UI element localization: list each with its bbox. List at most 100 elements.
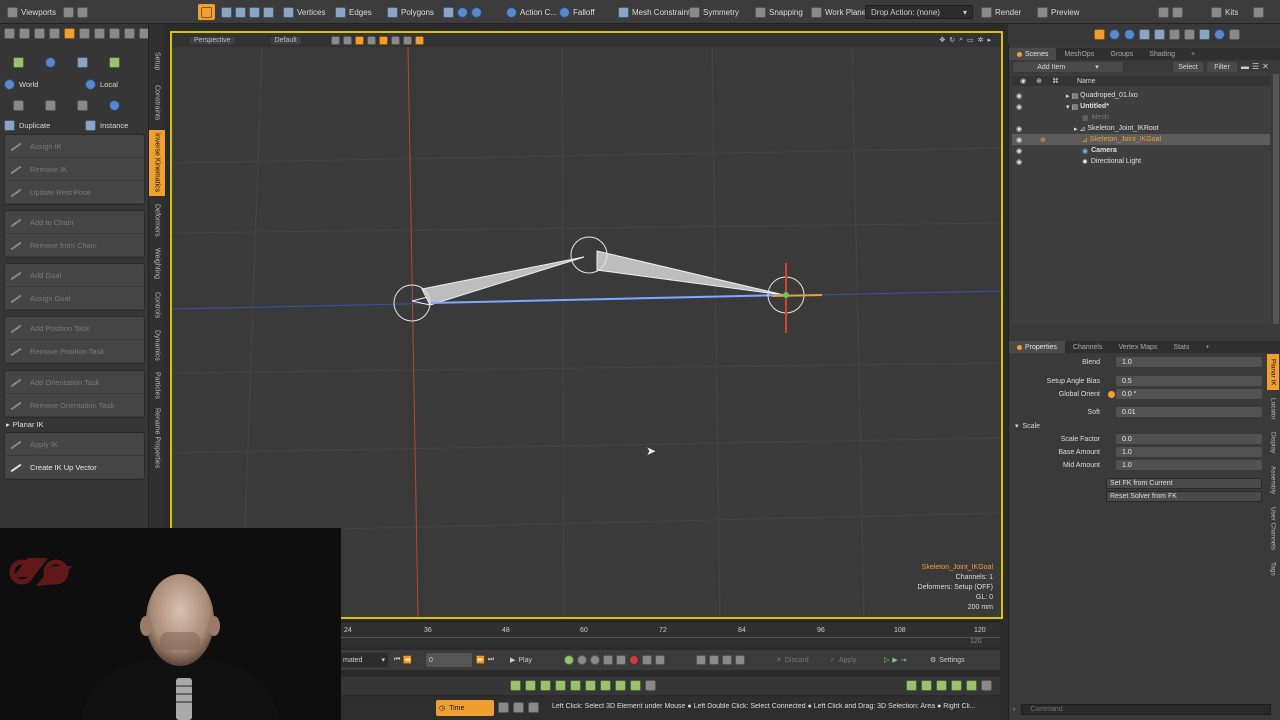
filter-button[interactable]: Filter [1207, 62, 1237, 72]
clock-icon[interactable] [79, 28, 90, 39]
copy-icon[interactable] [709, 655, 719, 665]
prev-keyframe-icon[interactable] [603, 655, 613, 665]
paste-icon[interactable] [722, 655, 732, 665]
bone-toggle-icon[interactable] [600, 680, 611, 691]
eye-icon[interactable]: ◉ [1012, 147, 1026, 155]
preview-button[interactable]: Preview [1034, 4, 1082, 20]
planar-ik-section[interactable]: ▸ Planar IK [4, 420, 145, 432]
local-label[interactable]: Local [100, 80, 118, 89]
more-button[interactable] [1250, 4, 1267, 20]
locator-toggle-icon[interactable] [585, 680, 596, 691]
list-menu-icon[interactable]: ☰ [1252, 62, 1259, 71]
timeline-mode-select[interactable]: mated ▾ [340, 653, 388, 667]
bookmark-icon[interactable] [402, 35, 412, 45]
center-button[interactable] [4, 95, 32, 115]
add-goal-button[interactable]: Add Goal [5, 264, 144, 287]
play-loop-icon[interactable]: ▶ [892, 656, 897, 664]
vertices-button[interactable]: Vertices [280, 4, 328, 20]
duplicate-button[interactable]: Duplicate [19, 121, 81, 130]
render-button[interactable]: Render [978, 4, 1024, 20]
add-position-task-button[interactable]: Add Position Task [5, 317, 144, 340]
list-item[interactable]: ◉ ◉ Camera [1012, 145, 1270, 156]
tab-properties[interactable]: Properties [1009, 341, 1065, 353]
eye-icon[interactable]: ◉ [1012, 103, 1026, 111]
tab-tags[interactable]: Tags [1267, 558, 1279, 580]
edit-toggle-icon[interactable] [615, 680, 626, 691]
camera-icon[interactable] [1109, 28, 1120, 40]
add-item-button[interactable]: Add Item ▾ [1013, 62, 1123, 72]
lock-icon[interactable] [390, 35, 400, 45]
tab-channels[interactable]: Channels [1065, 341, 1111, 353]
eye-icon[interactable]: ◉ [1012, 125, 1026, 133]
timeline-ruler[interactable]: 24 36 48 60 72 84 96 108 120 120 [340, 621, 1000, 647]
apply-button[interactable]: ✓ Apply [830, 653, 856, 667]
cluster-button[interactable] [68, 95, 96, 115]
ik-icon[interactable] [1169, 28, 1180, 40]
shading-select[interactable]: Default [270, 36, 301, 44]
texture-icon[interactable] [366, 35, 376, 45]
first-frame-icon[interactable]: ⏮ [394, 656, 400, 664]
lock-icon[interactable]: ⊕ [1026, 136, 1060, 144]
work-plane-button[interactable]: Work Plane [808, 4, 869, 20]
menu-view-icon[interactable]: ▸ [987, 36, 991, 44]
select-button[interactable]: Select [1173, 62, 1203, 72]
name-column-header[interactable]: Name [1077, 78, 1096, 85]
tree-icon[interactable] [936, 680, 947, 691]
setup-angle-bias-field[interactable]: 0.5 [1116, 376, 1262, 386]
last-frame-icon[interactable]: ⏭ [488, 656, 494, 664]
axis-toggle-icon[interactable] [525, 680, 536, 691]
scale-section-header[interactable]: ▾ Scale [1009, 420, 1269, 432]
next-key-icon[interactable]: ⏩ [476, 656, 485, 664]
edit-buttons[interactable] [696, 653, 745, 667]
blend-field[interactable]: 1.0 [1116, 357, 1262, 367]
play-button[interactable]: ▶ Play [510, 653, 532, 667]
list-item[interactable]: ▦ Mesh [1012, 112, 1270, 123]
settings-view-icon[interactable]: ✲ [978, 36, 984, 44]
falloff-button[interactable]: Falloff [556, 4, 598, 20]
layout-button[interactable] [60, 4, 91, 20]
discard-button[interactable]: ✕ Discard [776, 653, 809, 667]
add-icon[interactable] [645, 680, 656, 691]
delete-icon[interactable] [735, 655, 745, 665]
instance-icon[interactable] [85, 119, 96, 131]
world-icon[interactable] [4, 78, 15, 90]
item-mode-button[interactable] [198, 4, 215, 20]
tab-display[interactable]: Display [1267, 428, 1279, 458]
update-rest-pose-button[interactable]: Update Rest Pose [5, 181, 144, 204]
tab-constraints[interactable]: Constraints [149, 80, 165, 126]
rotate-view-icon[interactable]: ↻ [949, 36, 955, 44]
panel-alt-icon[interactable] [513, 702, 524, 713]
grid-toggle-icon[interactable] [330, 35, 340, 45]
base-amount-field[interactable]: 1.0 [1116, 447, 1262, 457]
view-mode-select[interactable]: Perspective [190, 36, 235, 44]
create-ik-up-vector-button[interactable]: Create IK Up Vector [5, 456, 144, 479]
soft-field[interactable]: 0.01 [1116, 407, 1262, 417]
scale-button[interactable] [68, 52, 96, 72]
panel-icon[interactable] [498, 702, 509, 713]
viewports-button[interactable]: Viewports [4, 4, 59, 20]
tab-inverse-kinematics[interactable]: Inverse Kinematics [149, 130, 165, 196]
list-item[interactable]: ◉ ▸ ⊿ Skeleton_Joint_IKRoot [1012, 123, 1270, 134]
maximize-view-icon[interactable]: ▭ [967, 36, 974, 44]
snapping-button[interactable]: Snapping [752, 4, 806, 20]
reset-solver-from-fk-button[interactable]: Reset Solver from FK [1106, 491, 1262, 502]
rotate-tool-icon[interactable] [34, 28, 45, 39]
environment-icon[interactable] [1124, 28, 1135, 40]
add-orientation-task-button[interactable]: Add Orientation Task [5, 371, 144, 394]
tab-groups[interactable]: Groups [1102, 48, 1141, 60]
goal-x-handle[interactable] [771, 294, 823, 297]
tab-weighting[interactable]: Weighting [149, 244, 165, 284]
add-panel-icon[interactable] [981, 680, 992, 691]
locator-icon[interactable] [1199, 28, 1210, 40]
brush-icon[interactable] [124, 28, 135, 39]
sphere-icon[interactable] [1214, 28, 1225, 40]
remove-orientation-task-button[interactable]: Remove Orientation Task [5, 394, 144, 417]
eye-icon[interactable]: ◉ [1012, 92, 1026, 100]
polygons-button[interactable]: Polygons [384, 4, 437, 20]
auto-key-icon[interactable] [564, 655, 574, 665]
keying-buttons[interactable] [564, 653, 665, 667]
selection-mode-buttons[interactable] [218, 4, 277, 20]
record-icon[interactable] [629, 655, 639, 665]
edges-button[interactable]: Edges [332, 4, 375, 20]
active-tool-icon[interactable] [64, 28, 75, 39]
